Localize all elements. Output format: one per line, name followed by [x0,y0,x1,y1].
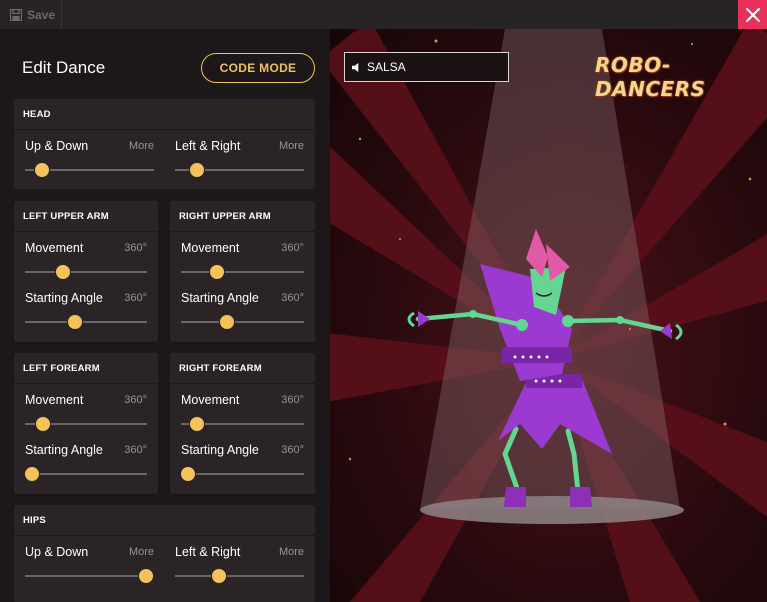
control-rua-starting-angle: Starting Angle 360° [181,291,304,351]
slider-track[interactable] [181,473,304,475]
slider-track[interactable] [25,473,147,475]
right-upper-arm-section: RIGHT UPPER ARM Movement 360° Starting A… [170,201,315,342]
section-title: RIGHT UPPER ARM [179,211,271,222]
control-range: 360° [124,444,147,456]
control-label: Up & Down [25,545,89,559]
save-label: Save [27,7,56,22]
left-upper-arm-section: LEFT UPPER ARM Movement 360° Starting An… [14,201,158,342]
control-head-left-right: Left & Right More [175,139,304,199]
more-link[interactable]: More [279,140,304,152]
dance-stage: SALSA ROBO-DANCERS [330,29,767,602]
control-range: 360° [124,394,147,406]
control-label: Starting Angle [181,291,259,305]
slider-thumb[interactable] [208,264,225,280]
top-bar: Save [0,0,767,29]
slider-thumb[interactable] [188,162,205,178]
control-label: Movement [25,393,84,407]
control-label: Movement [25,241,84,255]
slider-thumb[interactable] [188,416,205,432]
save-button[interactable]: Save [0,0,62,29]
hips-section: HIPS Up & Down More Left & Right More [14,505,315,602]
control-lua-starting-angle: Starting Angle 360° [25,291,147,351]
control-range: 360° [281,292,304,304]
slider-track[interactable] [25,271,147,273]
edit-panel: Edit Dance CODE MODE HEAD Up & Down More… [0,29,330,602]
slider-thumb[interactable] [35,416,52,432]
slider-thumb[interactable] [24,466,41,482]
slider-thumb[interactable] [33,162,50,178]
control-range: 360° [281,444,304,456]
slider-track[interactable] [25,321,147,323]
song-selector[interactable]: SALSA [344,52,509,82]
slider-thumb[interactable] [138,568,155,584]
section-title: HIPS [23,515,46,526]
control-label: Left & Right [175,545,241,559]
more-link[interactable]: More [129,546,154,558]
section-title: LEFT FOREARM [23,363,100,374]
slider-track[interactable] [25,575,154,577]
song-name: SALSA [367,60,406,74]
control-label: Movement [181,393,240,407]
close-button[interactable] [738,0,767,29]
control-label: Starting Angle [25,291,103,305]
control-range: 360° [281,242,304,254]
head-section: HEAD Up & Down More Left & Right More [14,99,315,189]
slider-thumb[interactable] [210,568,227,584]
save-icon [10,8,22,21]
code-mode-button[interactable]: CODE MODE [201,53,315,83]
page-title: Edit Dance [22,58,106,77]
more-link[interactable]: More [129,140,154,152]
control-label: Starting Angle [181,443,259,457]
control-lfa-starting-angle: Starting Angle 360° [24,443,147,503]
slider-thumb[interactable] [67,314,84,330]
control-range: 360° [281,394,304,406]
control-hips-up-down: Up & Down More [25,545,155,602]
slider-track[interactable] [175,575,304,577]
control-label: Movement [181,241,240,255]
slider-thumb[interactable] [54,264,71,280]
slider-track[interactable] [181,271,304,273]
right-forearm-section: RIGHT FOREARM Movement 360° Starting Ang… [170,353,315,494]
section-title: LEFT UPPER ARM [23,211,109,222]
stage-background [330,29,767,602]
left-forearm-section: LEFT FOREARM Movement 360° Starting Angl… [14,353,158,494]
slider-thumb[interactable] [218,314,235,330]
slider-track[interactable] [181,321,304,323]
slider-thumb[interactable] [180,466,197,482]
speaker-icon [352,62,359,72]
close-icon [745,7,760,22]
control-hips-left-right: Left & Right More [175,545,304,602]
more-link[interactable]: More [279,546,304,558]
control-label: Up & Down [25,139,89,153]
control-label: Starting Angle [25,443,103,457]
control-range: 360° [124,242,147,254]
control-rfa-starting-angle: Starting Angle 360° [180,443,304,503]
control-head-up-down: Up & Down More [25,139,154,199]
section-title: RIGHT FOREARM [179,363,262,374]
robo-dancers-logo: ROBO-DANCERS [595,53,706,101]
control-label: Left & Right [175,139,241,153]
control-range: 360° [124,292,147,304]
section-title: HEAD [23,109,51,120]
